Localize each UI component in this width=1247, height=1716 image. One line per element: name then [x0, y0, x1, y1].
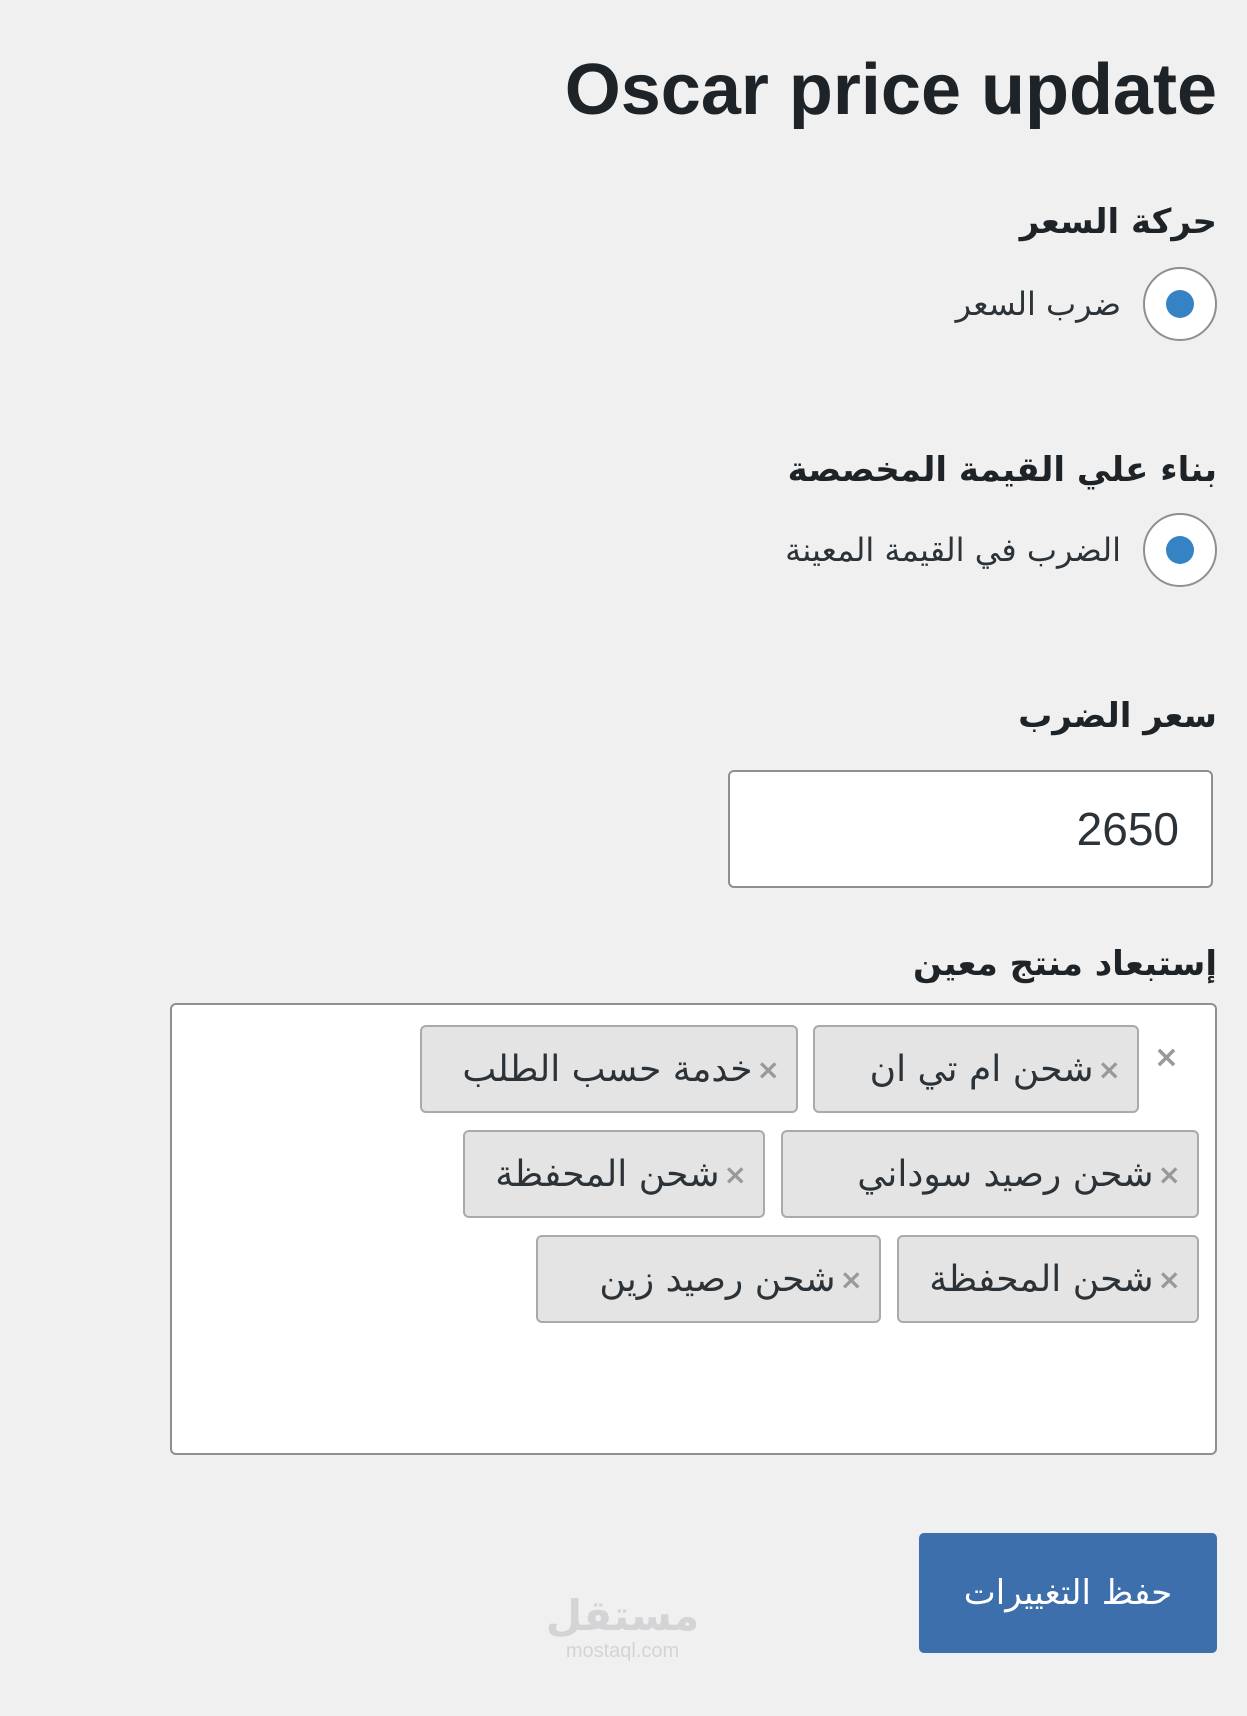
- remove-tag-icon[interactable]: ×: [1158, 1263, 1181, 1296]
- remove-tag-icon[interactable]: ×: [1098, 1053, 1121, 1086]
- price-movement-label: حركة السعر: [1019, 202, 1217, 242]
- exclude-products-select[interactable]: × × شحن ام تي ان × خدمة حسب الطلب × شحن …: [170, 1003, 1217, 1455]
- product-tag: × شحن ام تي ان: [813, 1025, 1139, 1113]
- radio-selected-dot: [1166, 536, 1194, 564]
- multiply-price-label: سعر الضرب: [1018, 696, 1217, 736]
- product-tag: × خدمة حسب الطلب: [420, 1025, 798, 1113]
- remove-tag-icon[interactable]: ×: [1158, 1158, 1181, 1191]
- custom-value-option[interactable]: الضرب في القيمة المعينة: [785, 512, 1217, 588]
- price-multiply-option-label: ضرب السعر: [955, 285, 1121, 323]
- tag-label: شحن ام تي ان: [869, 1048, 1094, 1090]
- tag-label: شحن رصيد زين: [599, 1258, 836, 1300]
- watermark-latin: mostaql.com: [565, 1640, 680, 1662]
- settings-page: Oscar price update حركة السعر ضرب السعر …: [0, 0, 1247, 1716]
- price-multiply-radio[interactable]: [1143, 267, 1217, 341]
- product-tag: × شحن رصيد زين: [536, 1235, 881, 1323]
- product-tag: × شحن رصيد سوداني: [781, 1130, 1199, 1218]
- tag-label: شحن المحفظة: [929, 1258, 1154, 1300]
- exclude-products-label: إستبعاد منتج معين: [913, 944, 1217, 984]
- custom-value-radio[interactable]: [1143, 513, 1217, 587]
- price-multiply-option[interactable]: ضرب السعر: [956, 266, 1217, 342]
- page-title: Oscar price update: [564, 50, 1217, 130]
- tag-label: شحن المحفظة: [495, 1153, 720, 1195]
- save-changes-button[interactable]: حفظ التغييرات: [919, 1533, 1217, 1653]
- tag-label: خدمة حسب الطلب: [462, 1048, 753, 1090]
- product-tag: × شحن المحفظة: [897, 1235, 1199, 1323]
- remove-tag-icon[interactable]: ×: [840, 1263, 863, 1296]
- mostaql-watermark: مستقل mostaql.com: [545, 1591, 700, 1663]
- remove-tag-icon[interactable]: ×: [724, 1158, 747, 1191]
- multiply-price-input[interactable]: 2650: [728, 770, 1213, 888]
- remove-tag-icon[interactable]: ×: [757, 1053, 780, 1086]
- product-tag: × شحن المحفظة: [463, 1130, 765, 1218]
- custom-value-label: بناء علي القيمة المخصصة: [787, 450, 1217, 490]
- watermark-arabic: مستقل: [545, 1591, 700, 1640]
- radio-selected-dot: [1166, 290, 1194, 318]
- clear-all-icon[interactable]: ×: [1154, 1043, 1179, 1073]
- custom-value-option-label: الضرب في القيمة المعينة: [785, 531, 1121, 569]
- tag-label: شحن رصيد سوداني: [857, 1153, 1154, 1195]
